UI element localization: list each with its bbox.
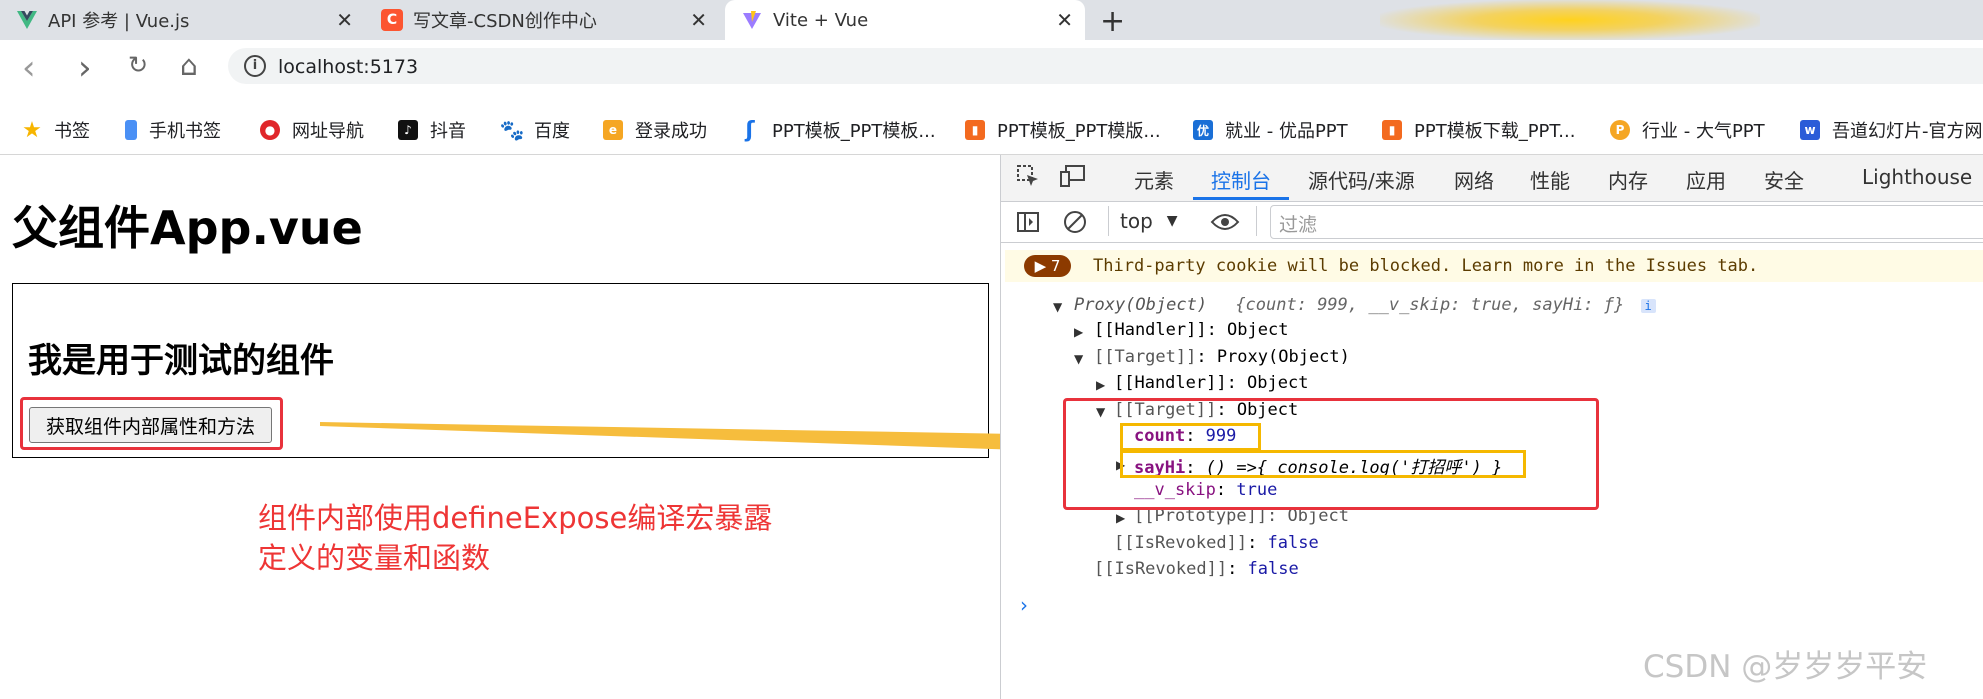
sayhi-highlight-box [1120, 450, 1526, 478]
tab-title: API 参考 | Vue.js [48, 11, 190, 32]
star-icon: ★ [22, 117, 42, 143]
collapse-triangle-icon[interactable]: ▶ [1116, 511, 1125, 525]
tab-csdn[interactable]: C 写文章-CSDN创作中心 ✕ [365, 0, 719, 40]
close-tab-icon[interactable]: ✕ [1056, 8, 1073, 32]
nav-icon: ● [260, 120, 280, 140]
console-handler-row[interactable]: [[Handler]]: Object [1094, 320, 1288, 340]
expand-triangle-icon[interactable]: ▼ [1074, 352, 1083, 366]
douyin-icon: ♪ [398, 120, 418, 140]
watermark: CSDN @岁岁岁平安 [1643, 649, 1928, 685]
issues-count-badge[interactable]: ▶ 7 [1024, 255, 1071, 277]
home-icon[interactable]: ⌂ [180, 49, 198, 82]
devtools-tab-sources[interactable]: 源代码/来源 [1308, 165, 1415, 194]
console-handler-row[interactable]: [[Handler]]: Object [1114, 373, 1308, 393]
bookmark-item[interactable]: ♪ 抖音 [398, 117, 466, 143]
inspect-element-icon[interactable] [1016, 164, 1040, 188]
bookmark-item[interactable]: ▮ PPT模板_PPT模版... [965, 117, 1161, 143]
annotation-arrow [320, 414, 1072, 470]
youpin-icon: 优 [1193, 120, 1213, 140]
bookmark-item[interactable]: ● 网址导航 [260, 117, 364, 143]
child-heading: 我是用于测试的组件 [28, 341, 334, 381]
bookmark-item[interactable]: ★ 书签 [22, 117, 90, 143]
login-icon: e [603, 120, 623, 140]
vite-icon [741, 9, 763, 31]
devtools-tab-application[interactable]: 应用 [1686, 165, 1726, 194]
bookmark-item[interactable]: e 登录成功 [603, 117, 707, 143]
reload-icon[interactable]: ↻ [128, 51, 148, 79]
devtools-tab-memory[interactable]: 内存 [1608, 165, 1648, 194]
devtools-tab-security[interactable]: 安全 [1764, 165, 1804, 194]
console-prompt-icon[interactable]: › [1020, 593, 1028, 617]
annotation-text: 组件内部使用defineExpose编译宏暴露 定义的变量和函数 [258, 501, 773, 575]
bookmark-item[interactable]: P 行业 - 大气PPT [1610, 117, 1765, 143]
site-info-icon[interactable]: i [244, 55, 266, 77]
new-tab-button[interactable]: + [1100, 4, 1125, 39]
bookmark-item[interactable]: 🐾 百度 [499, 117, 570, 143]
devtools-tab-performance[interactable]: 性能 [1530, 165, 1570, 194]
tab-vite-vue[interactable]: Vite + Vue ✕ [725, 0, 1085, 40]
console-target-row[interactable]: [[Target]]: Proxy(Object) [1094, 347, 1350, 367]
ppt-icon: ▮ [965, 120, 985, 140]
tab-vue-api[interactable]: API 参考 | Vue.js ✕ [0, 0, 365, 40]
bookmark-item[interactable]: w 吾道幻灯片-官方网 [1800, 117, 1983, 143]
devtools-tab-lighthouse[interactable]: Lighthouse [1862, 165, 1972, 189]
tab-title: 写文章-CSDN创作中心 [413, 11, 597, 32]
forward-icon[interactable]: › [78, 48, 92, 88]
csdn-icon: C [381, 9, 403, 31]
chevron-down-icon: ▼ [1166, 213, 1178, 229]
issues-warning-text: Third-party cookie will be blocked. Lear… [1093, 256, 1759, 276]
toolbar-divider [1108, 206, 1109, 236]
button-highlight-box [20, 397, 283, 450]
bookmark-item[interactable]: 优就业 - 优品PPT [1193, 117, 1348, 143]
active-tab-indicator [1193, 197, 1289, 200]
wudao-icon: w [1800, 120, 1820, 140]
url-text[interactable]: localhost:5173 [278, 56, 418, 78]
tab-title: Vite + Vue [773, 9, 869, 31]
close-tab-icon[interactable]: ✕ [690, 8, 707, 32]
sidebar-toggle-icon[interactable] [1016, 210, 1040, 238]
devtools-tab-elements[interactable]: 元素 [1134, 165, 1174, 194]
collapse-triangle-icon[interactable]: ▶ [1096, 378, 1105, 392]
eye-icon[interactable] [1210, 212, 1240, 236]
daqi-icon: P [1610, 120, 1630, 140]
device-toolbar-icon[interactable] [1060, 164, 1086, 188]
bookmark-item[interactable]: ʃ PPT模板_PPT模板... [740, 117, 935, 143]
info-badge-icon[interactable]: i [1640, 299, 1656, 313]
filter-input[interactable]: 过滤 [1270, 205, 1983, 239]
vue-icon [16, 9, 38, 31]
tabbar-decoration [1380, 0, 1760, 40]
phone-icon [125, 120, 137, 140]
devtools-tab-console[interactable]: 控制台 [1211, 165, 1271, 194]
devtools-tab-network[interactable]: 网络 [1454, 165, 1494, 194]
bookmark-item[interactable]: 手机书签 [125, 117, 221, 143]
console-revoked-row: [[IsRevoked]]: false [1114, 533, 1319, 553]
bookmark-item[interactable]: ▮ PPT模板下载_PPT... [1382, 117, 1575, 143]
page-title: 父组件App.vue [12, 201, 363, 255]
console-revoked-row: [[IsRevoked]]: false [1094, 559, 1299, 579]
collapse-triangle-icon[interactable]: ▶ [1074, 325, 1083, 339]
expand-triangle-icon[interactable]: ▼ [1053, 300, 1062, 314]
address-bar[interactable] [228, 48, 1983, 84]
clear-console-icon[interactable] [1062, 209, 1088, 239]
close-tab-icon[interactable]: ✕ [336, 8, 353, 32]
baidu-icon: 🐾 [499, 118, 525, 142]
ppt-icon: ▮ [1382, 120, 1402, 140]
ppt-icon: ʃ [745, 117, 755, 143]
back-icon[interactable]: ‹ [22, 48, 36, 88]
console-proxy-row[interactable]: Proxy(Object) {count: 999, __v_skip: tru… [1074, 295, 1656, 315]
toolbar-divider [1256, 206, 1257, 236]
count-highlight-box [1120, 423, 1261, 451]
context-selector[interactable]: top ▼ [1120, 209, 1178, 233]
